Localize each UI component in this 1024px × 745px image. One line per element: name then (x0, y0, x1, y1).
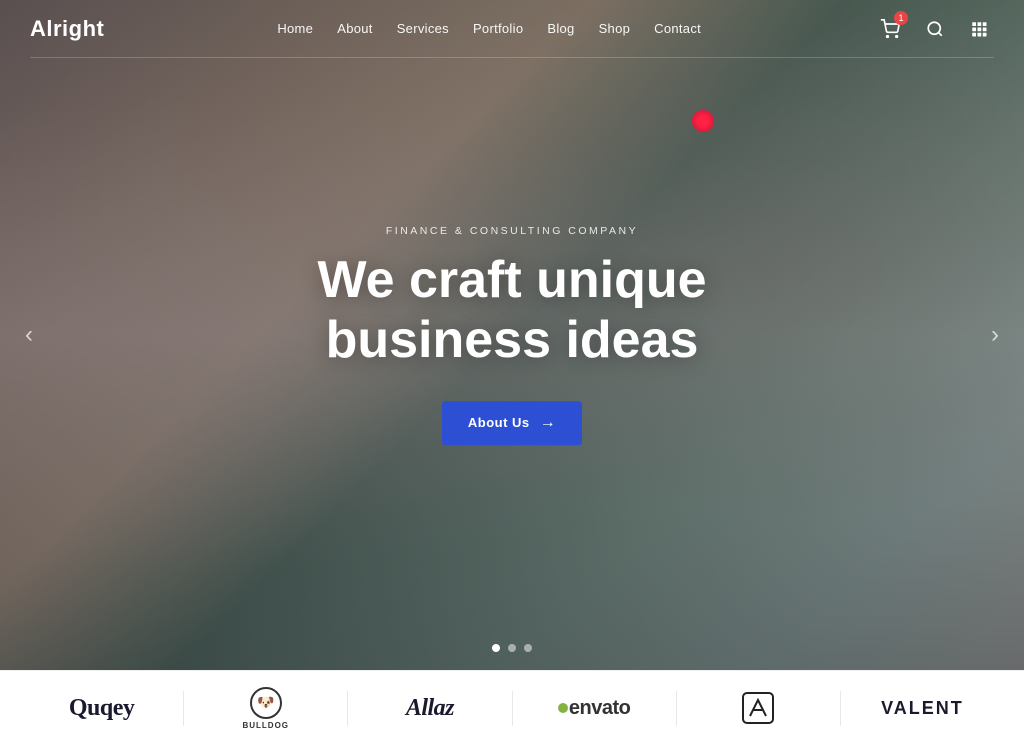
logos-strip: Quqey 🐶 BULLDOG Allaz envato VALENT (0, 670, 1024, 745)
site-logo[interactable]: Alright (30, 16, 104, 42)
logo-bulldog: 🐶 BULLDOG (184, 687, 347, 730)
grid-menu-button[interactable] (964, 14, 994, 44)
hero-dot-3[interactable] (524, 644, 532, 652)
hero-cta-button[interactable]: About Us → (442, 401, 582, 445)
cart-badge: 1 (894, 11, 908, 25)
hero-dots (492, 644, 532, 652)
nav-divider (30, 57, 994, 58)
nav-link-portfolio[interactable]: Portfolio (473, 21, 523, 36)
logo-bulldog-container: 🐶 BULLDOG (242, 687, 289, 730)
arrow-icon: → (540, 414, 557, 432)
red-dot-decoration (692, 110, 714, 132)
nav-links: Home About Services Portfolio Blog Shop … (277, 20, 701, 38)
bulldog-text: BULLDOG (242, 721, 289, 730)
logo-valent-text: VALENT (881, 698, 964, 719)
bulldog-icon: 🐶 (250, 687, 282, 719)
cart-button[interactable]: 1 (874, 13, 906, 45)
logo-symbol (677, 688, 840, 728)
hero-prev-button[interactable]: ‹ (15, 313, 43, 357)
logo-allaz-text: Allaz (406, 695, 454, 722)
hero-title: We craft unique business ideas (212, 251, 812, 371)
logo-quqey: Quqey (20, 695, 183, 722)
hero-next-button[interactable]: › (981, 313, 1009, 357)
nav-link-blog[interactable]: Blog (547, 21, 574, 36)
hero-dot-2[interactable] (508, 644, 516, 652)
logo-quqey-text: Quqey (69, 695, 135, 722)
hero-section: ‹ › Finance & Consulting Company We craf… (0, 0, 1024, 670)
search-button[interactable] (920, 14, 950, 44)
nav-link-about[interactable]: About (337, 21, 372, 36)
hero-title-line1: We craft unique (317, 251, 706, 309)
hero-subtitle: Finance & Consulting Company (212, 225, 812, 237)
navbar: Alright Home About Services Portfolio Bl… (0, 0, 1024, 58)
nav-link-home[interactable]: Home (277, 21, 313, 36)
nav-link-shop[interactable]: Shop (599, 21, 631, 36)
logo-symbol-svg (738, 688, 778, 728)
nav-link-contact[interactable]: Contact (654, 21, 701, 36)
envato-dot-icon (558, 703, 568, 713)
logo-envato-text: envato (569, 697, 630, 720)
hero-cta-label: About Us (468, 415, 530, 430)
hero-content: Finance & Consulting Company We craft un… (212, 225, 812, 445)
hero-title-line2: business ideas (326, 311, 699, 369)
logo-allaz: Allaz (348, 695, 511, 722)
logo-valent: VALENT (841, 698, 1004, 719)
hero-dot-1[interactable] (492, 644, 500, 652)
nav-icons: 1 (874, 13, 994, 45)
nav-link-services[interactable]: Services (397, 21, 449, 36)
logo-envato: envato (513, 697, 676, 720)
